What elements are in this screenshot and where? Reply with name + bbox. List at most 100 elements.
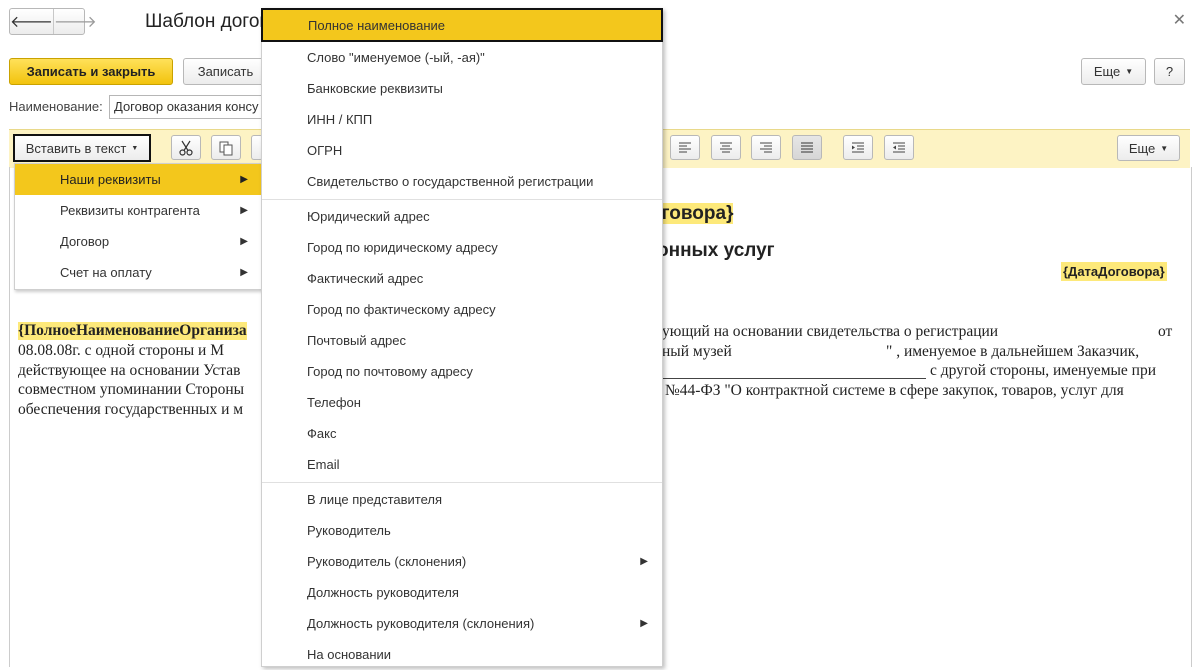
menu-item-label: На основании [307,647,392,662]
contract-date-field: {ДатаДоговора} [1061,262,1167,281]
menu-item-label: Город по фактическому адресу [307,302,496,317]
toolbar-more-button[interactable]: Еще ▼ [1117,135,1180,161]
indent-decrease-icon [893,142,905,152]
menu-item-on-basis[interactable]: На основании [262,639,662,670]
more-button[interactable]: Еще ▼ [1081,58,1146,85]
menu-item-phone[interactable]: Телефон [262,387,662,418]
menu-item-invoice[interactable]: Счет на оплату ▶ [15,257,262,288]
insert-into-text-button[interactable]: Вставить в текст ▼ [13,134,151,162]
menu-item-label: Наши реквизиты [60,172,161,187]
chevron-down-icon: ▼ [131,144,139,152]
menu-item-bank-details[interactable]: Банковские реквизиты [262,73,662,104]
close-icon[interactable]: ✕ [1173,10,1186,30]
menu-item-label: Город по почтовому адресу [307,364,473,379]
menu-item-counterparty-details[interactable]: Реквизиты контрагента ▶ [15,195,262,226]
menu-item-full-name[interactable]: Полное наименование [261,8,663,42]
indent-decrease-button[interactable] [884,135,914,160]
menu-item-postal-city[interactable]: Город по почтовому адресу [262,356,662,387]
insert-button-label: Вставить в текст [25,140,127,156]
menu-separator [262,482,662,483]
menu-item-ogrn[interactable]: ОГРН [262,135,662,166]
menu-item-our-details[interactable]: Наши реквизиты ▶ [15,164,262,195]
menu-item-label: Email [307,457,340,472]
menu-item-registration-certificate[interactable]: Свидетельство о государственной регистра… [262,166,662,197]
our-details-menu: Полное наименование Слово "именуемое (-ы… [261,8,663,667]
menu-item-head-position-declensions[interactable]: Должность руководителя (склонения) ▶ [262,608,662,639]
chevron-right-icon: ▶ [240,236,248,247]
chevron-right-icon: ▶ [240,205,248,216]
menu-item-head-position[interactable]: Должность руководителя [262,577,662,608]
justify-icon [801,142,813,152]
menu-item-label: Реквизиты контрагента [60,203,200,218]
doc-text-line: 08.08.08г. с одной стороны и М [18,342,225,359]
align-right-button[interactable] [751,135,781,160]
menu-item-label: Полное наименование [308,17,446,33]
doc-text-line: совместном упоминании Стороны [18,381,245,398]
doc-text-line: №44-ФЗ "О контрактной системе в сфере за… [665,382,1124,399]
menu-item-fax[interactable]: Факс [262,418,662,449]
menu-item-label: Должность руководителя (склонения) [307,616,535,631]
doc-text-line: от [1158,323,1173,340]
menu-item-label: Свидетельство о государственной регистра… [307,174,594,189]
copy-button[interactable] [211,135,241,160]
menu-item-contract[interactable]: Договор ▶ [15,226,262,257]
align-center-icon [720,142,732,152]
menu-item-label: Руководитель [307,523,391,538]
align-center-button[interactable] [711,135,741,160]
save-button[interactable]: Записать [183,58,268,85]
document-title: онных услуг [657,240,775,261]
menu-item-head[interactable]: Руководитель [262,515,662,546]
menu-item-label: Должность руководителя [307,585,459,600]
toolbar-more-label: Еще [1128,140,1156,156]
menu-item-named-word[interactable]: Слово "именуемое (-ый, -ая)" [262,42,662,73]
indent-increase-button[interactable] [843,135,873,160]
menu-item-email[interactable]: Email [262,449,662,480]
menu-item-label: Банковские реквизиты [307,81,443,96]
doc-text-line: обеспечения государственных и м [18,401,244,418]
menu-item-representative[interactable]: В лице представителя [262,484,662,515]
menu-item-inn-kpp[interactable]: ИНН / КПП [262,104,662,135]
menu-item-head-declensions[interactable]: Руководитель (склонения) ▶ [262,546,662,577]
name-label: Наименование: [9,99,103,114]
chevron-down-icon: ▼ [1160,143,1169,153]
align-right-icon [760,142,772,152]
help-button[interactable]: ? [1154,58,1185,85]
menu-separator [262,199,662,200]
justify-button[interactable] [792,135,822,160]
cut-button[interactable] [171,135,201,160]
menu-item-postal-address[interactable]: Почтовый адрес [262,325,662,356]
align-left-button[interactable] [670,135,700,160]
doc-text-line: " , именуемое в дальнейшем Заказчик, [886,343,1140,360]
align-left-icon [679,142,691,152]
menu-item-label: Факс [307,426,337,441]
chevron-right-icon: ▶ [240,267,248,278]
menu-item-label: Договор [60,234,110,249]
menu-item-label: В лице представителя [307,492,443,507]
back-arrow-icon[interactable]: 🡐 [10,9,53,34]
chevron-down-icon: ▼ [1125,67,1134,76]
menu-item-label: Фактический адрес [307,271,424,286]
menu-item-legal-address[interactable]: Юридический адрес [262,201,662,232]
save-and-close-button[interactable]: Записать и закрыть [9,58,173,85]
doc-text-line: ный музей [662,343,732,360]
scissors-icon [179,140,193,156]
menu-item-label: Почтовый адрес [307,333,406,348]
window-title: Шаблон догово [145,11,280,32]
indent-increase-icon [852,142,864,152]
menu-item-label: Город по юридическому адресу [307,240,498,255]
menu-item-label: Счет на оплату [60,265,152,280]
menu-item-label: ОГРН [307,143,343,158]
menu-item-legal-city[interactable]: Город по юридическому адресу [262,232,662,263]
menu-item-label: Юридический адрес [307,209,430,224]
chevron-right-icon: ▶ [640,618,648,629]
doc-text-line: действующее на основании Устав [18,362,241,379]
nav-buttons: 🡐 🡒 [9,8,97,35]
menu-item-actual-city[interactable]: Город по фактическому адресу [262,294,662,325]
chevron-right-icon: ▶ [240,174,248,185]
forward-arrow-icon[interactable]: 🡒 [52,9,97,34]
menu-item-label: Руководитель (склонения) [307,554,467,569]
chevron-right-icon: ▶ [640,556,648,567]
menu-item-actual-address[interactable]: Фактический адрес [262,263,662,294]
name-input[interactable]: Договор оказания консу [109,95,269,119]
doc-text-line: ующий на основании свидетельства о регис… [662,323,999,340]
